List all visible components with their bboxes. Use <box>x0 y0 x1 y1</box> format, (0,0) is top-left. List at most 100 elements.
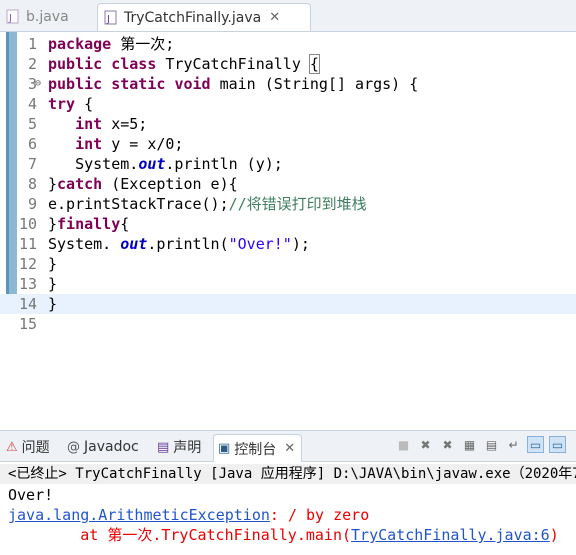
tab-problems[interactable]: ⚠ 问题 <box>6 435 50 459</box>
remove-all-terminated-icon[interactable]: ✖ <box>439 436 456 453</box>
remove-launch-icon[interactable]: ✖ <box>417 436 434 453</box>
code-token: static <box>111 75 166 93</box>
exception-line: java.lang.ArithmeticException: / by zero <box>8 505 369 525</box>
code-token: int <box>75 115 103 133</box>
scroll-lock-icon[interactable]: ▤ <box>483 436 500 453</box>
line-number: 14 <box>18 295 37 313</box>
tab-label: TryCatchFinally.java <box>124 9 262 26</box>
editor-tab-bar: J b.java J TryCatchFinally.java ✕ <box>0 0 576 32</box>
tab-declaration[interactable]: ▤ 声明 <box>157 435 201 459</box>
code-line[interactable]: 5 int x=5; <box>0 114 576 134</box>
code-token: { <box>308 54 320 74</box>
svg-text:J: J <box>106 14 110 25</box>
clear-console-icon[interactable]: ▦ <box>461 436 478 453</box>
tab-javadoc[interactable]: @ Javadoc <box>67 435 139 459</box>
code-line[interactable]: 1 package 第一次; <box>0 34 576 54</box>
tab-label: Javadoc <box>84 439 139 455</box>
line-number: 15 <box>18 315 37 333</box>
close-icon[interactable]: ✕ <box>284 441 295 456</box>
stack-trace-line: at 第一次.TryCatchFinally.main(TryCatchFina… <box>8 525 559 545</box>
code-line[interactable]: 2 public class TryCatchFinally { <box>0 54 576 74</box>
code-line[interactable]: 15 <box>0 314 576 334</box>
code-text: package 第一次; <box>48 34 174 54</box>
trace-prefix: at 第一次.TryCatchFinally.main( <box>8 526 352 544</box>
word-wrap-icon[interactable]: ↵ <box>505 436 522 453</box>
code-text: e.printStackTrace();//将错误打印到堆栈 <box>48 194 367 214</box>
code-line[interactable]: 3 ⊖ public static void main (String[] args… <box>0 74 576 94</box>
code-line[interactable]: 11 System. out.println("Over!"); <box>0 234 576 254</box>
code-text: public class TryCatchFinally { <box>48 54 320 74</box>
tab-label: b.java <box>26 8 69 25</box>
java-file-icon: J <box>6 9 20 24</box>
code-token: void <box>174 75 211 93</box>
code-token: } <box>48 215 58 233</box>
code-text: System.out.println (y); <box>48 154 283 174</box>
console-status: <已终止> TryCatchFinally [Java 应用程序] D:\JAV… <box>0 464 576 484</box>
line-number: 7 <box>27 155 37 173</box>
tab-b-java[interactable]: J b.java <box>6 3 69 30</box>
code-token: try <box>48 95 76 113</box>
code-token: } <box>48 295 58 313</box>
code-text: } <box>48 254 57 274</box>
code-text: } <box>48 294 57 314</box>
code-line[interactable]: 10}finally{ <box>0 214 576 234</box>
code-line[interactable]: 7 System.out.println (y); <box>0 154 576 174</box>
code-line[interactable]: 14} <box>0 294 576 314</box>
line-number: 3 <box>27 75 37 93</box>
code-line[interactable]: 13} <box>0 274 576 294</box>
problems-icon: ⚠ <box>6 439 18 455</box>
code-line[interactable]: 8}catch (Exception e){ <box>0 174 576 194</box>
console-toolbar: ■ ✖ ✖ ▦ ▤ ↵ ▭ ▭ <box>395 436 566 456</box>
code-token: catch <box>57 175 103 193</box>
line-number: 9 <box>27 195 37 213</box>
tab-trycatchfinally-java[interactable]: J TryCatchFinally.java ✕ <box>97 3 311 31</box>
code-token: "Over!" <box>228 235 292 253</box>
declaration-icon: ▤ <box>157 439 170 455</box>
tab-label: 问题 <box>21 440 50 456</box>
line-number: 8 <box>27 175 37 193</box>
code-text: }finally{ <box>48 214 129 234</box>
show-on-output-icon[interactable]: ▭ <box>527 436 544 453</box>
code-token: 第一次; <box>111 35 175 53</box>
code-editor[interactable]: 1 package 第一次; 2 public class TryCatchFinal… <box>0 32 576 454</box>
tab-console[interactable]: ▣ 控制台 ✕ <box>213 434 303 462</box>
show-on-error-icon[interactable]: ▭ <box>549 436 566 453</box>
code-token: finally <box>57 215 121 233</box>
code-token: } <box>48 175 58 193</box>
code-token: public <box>48 75 103 93</box>
line-number: 12 <box>18 255 37 273</box>
code-line[interactable]: 4 try { <box>0 94 576 114</box>
code-line[interactable]: 12} <box>0 254 576 274</box>
console-view: ⚠ 问题 @ Javadoc ▤ 声明 ▣ 控制台 ✕ ■ ✖ ✖ ▦ ▤ ↵ … <box>0 430 576 555</box>
code-text: } <box>48 274 57 294</box>
exception-message: : / by zero <box>269 506 370 524</box>
code-line[interactable]: 9 e.printStackTrace();//将错误打印到堆栈 <box>0 194 576 214</box>
code-token: class <box>111 55 157 73</box>
fold-toggle-icon[interactable]: ⊖ <box>35 74 41 94</box>
code-token: System. <box>48 235 121 253</box>
code-token: //将错误打印到堆栈 <box>228 195 367 213</box>
exception-link[interactable]: java.lang.ArithmeticException <box>8 506 270 524</box>
line-number: 6 <box>27 135 37 153</box>
view-tab-bar: ⚠ 问题 @ Javadoc ▤ 声明 ▣ 控制台 ✕ ■ ✖ ✖ ▦ ▤ ↵ … <box>0 431 576 462</box>
code-text: int x=5; <box>48 114 147 134</box>
code-token: { <box>120 215 130 233</box>
console-icon: ▣ <box>218 441 231 456</box>
code-token: x=5; <box>102 115 148 133</box>
code-token: } <box>48 255 58 273</box>
terminate-icon[interactable]: ■ <box>395 436 412 453</box>
trace-suffix: ) <box>549 526 559 544</box>
code-line[interactable]: 6 int y = x/0; <box>0 134 576 154</box>
code-token: { <box>75 95 94 113</box>
source-link[interactable]: TryCatchFinally.java:6 <box>351 526 550 544</box>
svg-text:J: J <box>8 13 12 24</box>
java-file-icon: J <box>104 10 118 25</box>
code-token: out <box>120 235 148 253</box>
code-token: TryCatchFinally <box>156 55 310 73</box>
close-icon[interactable]: ✕ <box>269 10 280 25</box>
tab-label: 声明 <box>173 440 202 456</box>
